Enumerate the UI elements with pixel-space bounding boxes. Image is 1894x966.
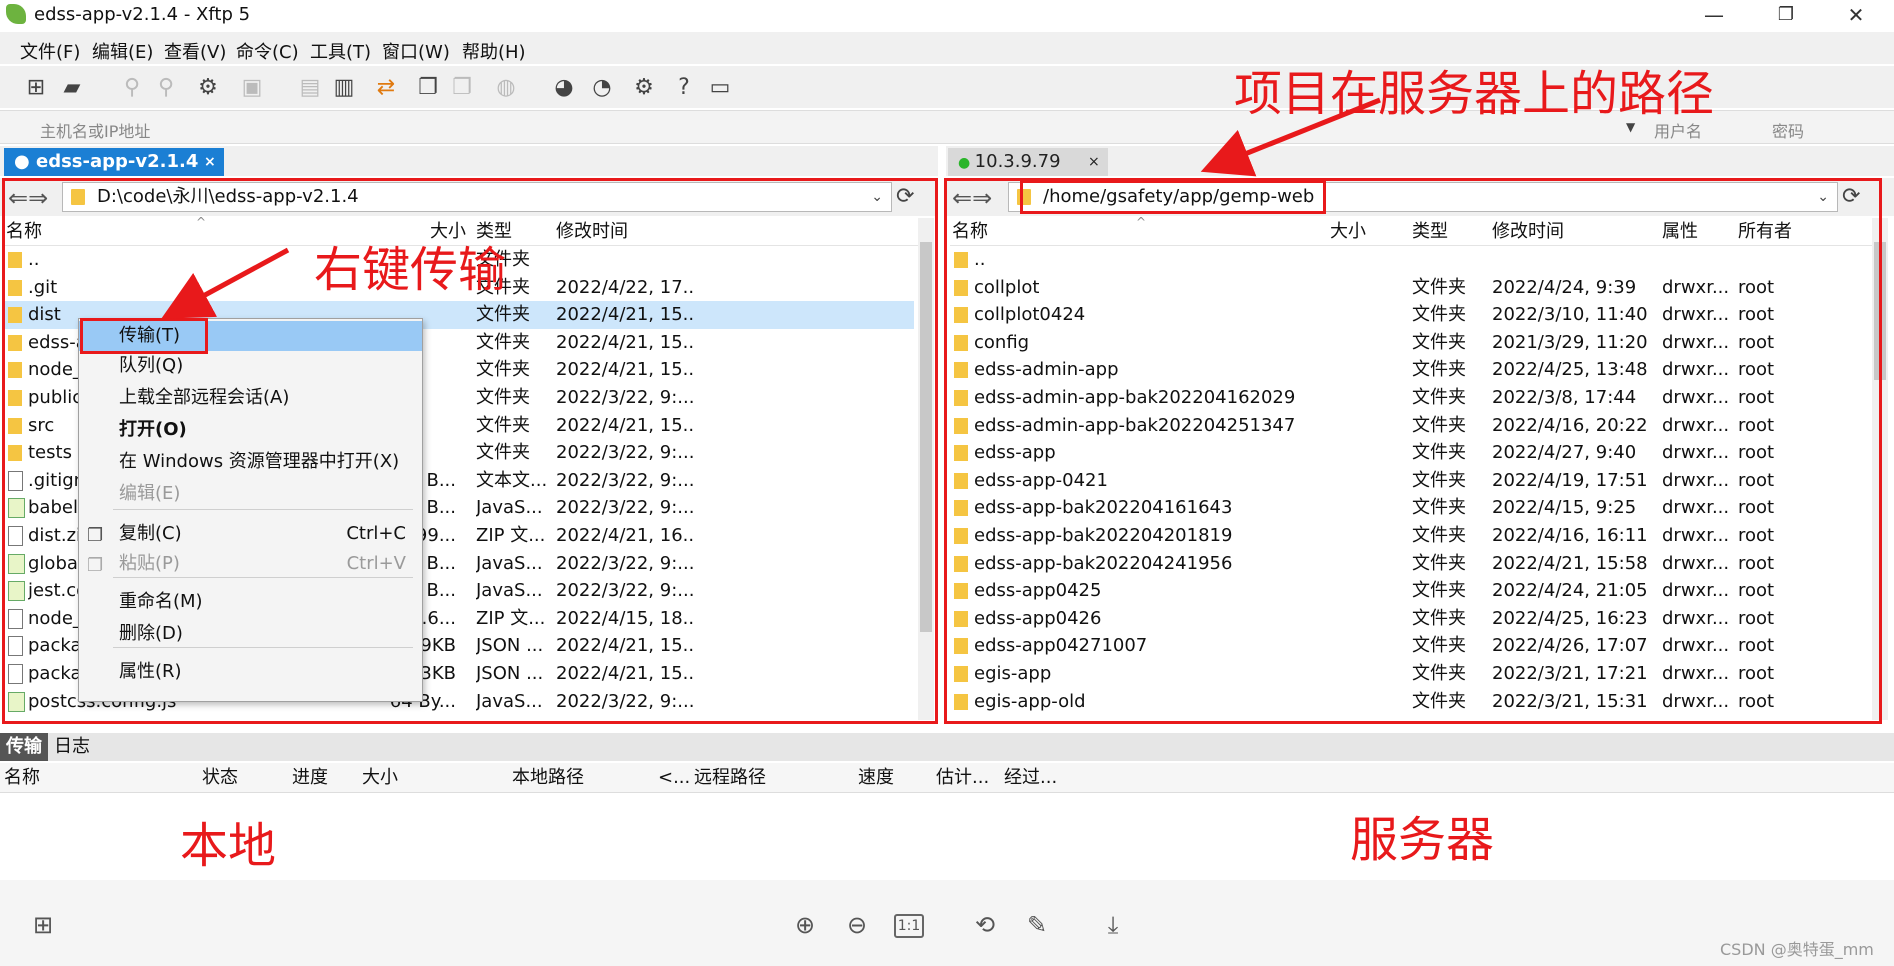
arrow-to-transfer — [161, 247, 290, 319]
annotation-arrows — [161, 97, 1381, 319]
arrow-to-remote-path — [1200, 97, 1381, 177]
